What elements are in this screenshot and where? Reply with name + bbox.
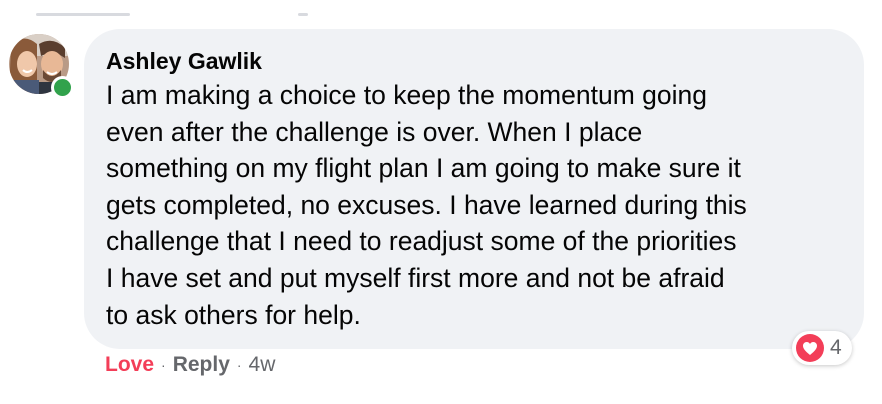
separator-dot: · xyxy=(236,357,242,373)
online-status-indicator xyxy=(51,76,74,99)
comment-actions: Love · Reply · 4w xyxy=(105,350,275,380)
comment-timestamp[interactable]: 4w xyxy=(249,353,276,377)
comment-author-name[interactable]: Ashley Gawlik xyxy=(106,47,842,75)
reaction-count: 4 xyxy=(830,336,842,359)
reaction-summary[interactable]: 4 xyxy=(792,331,852,365)
heart-icon xyxy=(796,334,824,362)
comment-text: I am making a choice to keep the momentu… xyxy=(106,80,747,330)
love-reaction-button[interactable]: Love xyxy=(105,353,154,377)
previous-content-edge xyxy=(0,0,882,20)
comment-bubble: Ashley Gawlik I am making a choice to ke… xyxy=(84,29,864,349)
separator-dot: · xyxy=(161,357,166,373)
reply-button[interactable]: Reply xyxy=(173,353,230,377)
